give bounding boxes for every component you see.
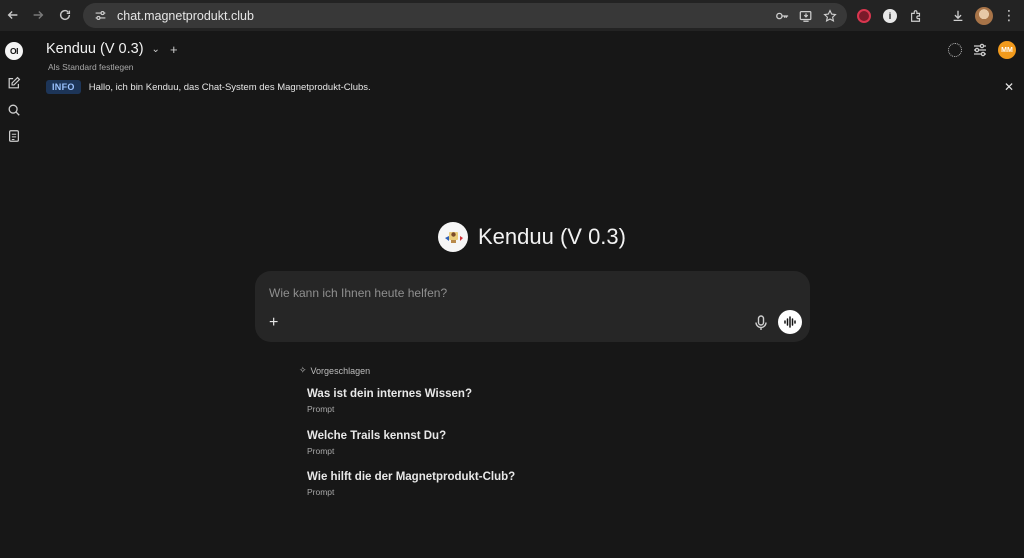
sparkle-icon: ✧ bbox=[299, 365, 307, 375]
search-icon[interactable] bbox=[7, 103, 21, 117]
banner-text: Hallo, ich bin Kenduu, das Chat-System d… bbox=[88, 81, 371, 93]
suggestion-subtitle: Prompt bbox=[307, 487, 335, 497]
toolbar-separator bbox=[933, 7, 941, 25]
site-info-icon[interactable] bbox=[89, 9, 111, 22]
set-default-link[interactable]: Als Standard festlegen bbox=[48, 62, 134, 72]
temporary-chat-icon[interactable] bbox=[948, 43, 962, 57]
app-sidebar: OI bbox=[0, 31, 28, 558]
chat-input-box: + bbox=[255, 271, 810, 342]
hero-title: Kenduu (V 0.3) bbox=[478, 224, 626, 249]
forward-icon[interactable] bbox=[25, 2, 51, 28]
info-badge: INFO bbox=[46, 80, 81, 94]
voice-mode-button[interactable] bbox=[778, 310, 802, 334]
notes-icon[interactable] bbox=[7, 129, 21, 143]
model-selector[interactable]: Kenduu (V 0.3) ⌄ + bbox=[46, 41, 178, 57]
reload-icon[interactable] bbox=[52, 2, 78, 28]
user-avatar[interactable]: MM bbox=[998, 41, 1016, 59]
back-icon[interactable] bbox=[0, 2, 26, 28]
address-bar[interactable]: chat.magnetprodukt.club bbox=[83, 3, 847, 28]
model-name[interactable]: Kenduu (V 0.3) bbox=[46, 41, 144, 57]
suggestion-subtitle: Prompt bbox=[307, 446, 335, 456]
info-extension-icon[interactable]: i bbox=[881, 7, 899, 25]
url-text: chat.magnetprodukt.club bbox=[117, 8, 254, 23]
suggestion-item[interactable]: Welche Trails kennst Du? Prompt bbox=[307, 430, 446, 456]
key-icon[interactable] bbox=[773, 7, 791, 25]
app-logo[interactable]: OI bbox=[5, 42, 23, 60]
suggestion-item[interactable]: Was ist dein internes Wissen? Prompt bbox=[307, 388, 472, 414]
suggestion-item[interactable]: Wie hilft die der Magnetprodukt-Club? Pr… bbox=[307, 471, 515, 497]
new-chat-icon[interactable] bbox=[7, 76, 21, 90]
suggestion-title[interactable]: Was ist dein internes Wissen? bbox=[307, 388, 472, 400]
suggestions-header: ✧ Vorgeschlagen bbox=[299, 365, 370, 376]
browser-toolbar: chat.magnetprodukt.club i ⋮ bbox=[0, 0, 1024, 31]
download-icon[interactable] bbox=[949, 7, 967, 25]
record-extension-icon[interactable] bbox=[855, 7, 873, 25]
model-avatar bbox=[438, 222, 468, 252]
extensions-puzzle-icon[interactable] bbox=[907, 7, 925, 25]
suggestions-label: Vorgeschlagen bbox=[310, 365, 371, 376]
install-app-icon[interactable] bbox=[797, 7, 815, 25]
header-actions: MM bbox=[948, 41, 1016, 59]
extensions-area: i bbox=[855, 3, 993, 28]
suggestion-title[interactable]: Welche Trails kennst Du? bbox=[307, 430, 446, 442]
close-icon[interactable]: ✕ bbox=[1004, 80, 1014, 94]
suggestion-subtitle: Prompt bbox=[307, 404, 335, 414]
model-hero: Kenduu (V 0.3) bbox=[438, 222, 626, 252]
waveform-icon bbox=[784, 316, 796, 328]
bookmark-star-icon[interactable] bbox=[821, 7, 839, 25]
microphone-icon[interactable] bbox=[754, 315, 768, 331]
browser-menu-icon[interactable]: ⋮ bbox=[1002, 6, 1016, 24]
plus-icon[interactable]: + bbox=[269, 315, 278, 331]
suggestion-title[interactable]: Wie hilft die der Magnetprodukt-Club? bbox=[307, 471, 515, 483]
controls-sliders-icon[interactable] bbox=[972, 42, 988, 58]
add-model-icon[interactable]: + bbox=[170, 42, 178, 57]
profile-avatar-icon[interactable] bbox=[975, 6, 993, 25]
chat-input[interactable] bbox=[269, 285, 739, 301]
chevron-down-icon[interactable]: ⌄ bbox=[152, 44, 160, 55]
info-banner: INFO Hallo, ich bin Kenduu, das Chat-Sys… bbox=[46, 80, 371, 94]
